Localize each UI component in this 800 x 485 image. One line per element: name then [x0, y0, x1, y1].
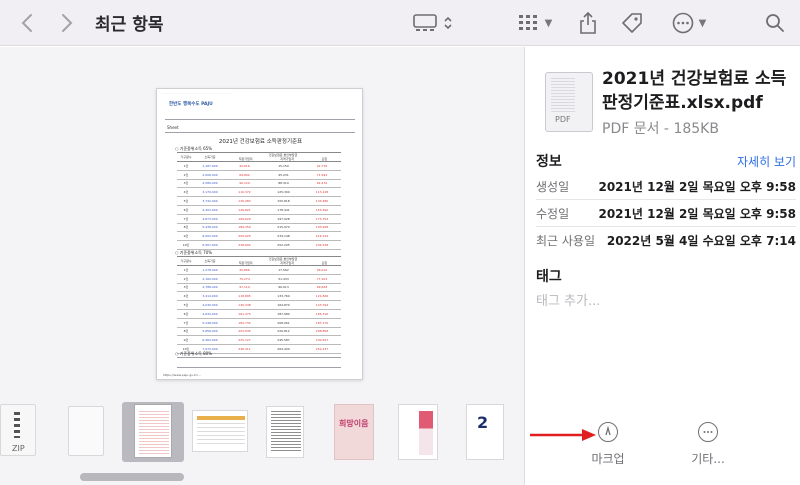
thumb-form[interactable]: [266, 406, 304, 458]
doc-table-row: 5인 3,742,000 130,283 155,818 133,480: [177, 197, 341, 206]
doc-table-row: 9인 6,002,000 209,025 234,148 214,124: [177, 232, 341, 242]
horizontal-scrollbar[interactable]: [80, 473, 184, 481]
document-preview[interactable]: · · · · · · · · · · · · · · · · · · · · …: [156, 88, 363, 380]
red-arrow-annotation: [530, 429, 596, 441]
more-actions-button[interactable]: ▼: [666, 8, 712, 38]
window-title: 최근 항목: [95, 15, 164, 35]
ellipsis-circle-icon: [672, 12, 693, 34]
doc-org-name: 한반도 행복수도 PAJU: [169, 102, 213, 107]
doc-table-row: 1인 1,187,000 42,616 15,150 42,776: [177, 162, 341, 171]
back-button[interactable]: [16, 8, 38, 38]
doc-table-title: 2021년 건강보험료 소득판정기준표: [218, 139, 303, 145]
doc-table-row: 9인 6,464,000 225,127 245,587 230,567: [177, 336, 341, 346]
doc-table-row: 7인 4,873,000 169,629 197,928 173,754: [177, 215, 341, 224]
doc-header-small: · · · · · · · · · · · · · · · · · · · · …: [163, 91, 231, 95]
doc-table-row: 6인 4,303,000 149,821 178,441 153,490: [177, 206, 341, 215]
created-label: 생성일: [536, 179, 570, 194]
thumb-zip-file[interactable]: ZIP: [0, 404, 40, 460]
tag-button[interactable]: [618, 8, 646, 38]
thumb-poster[interactable]: 희망이음: [334, 404, 374, 460]
doc-footer-url: https://www.paju.go.kr/...: [163, 373, 201, 377]
more-options-label: 기타...: [691, 452, 725, 466]
doc-sheet-label: Sheet: [167, 125, 179, 130]
last-opened-value: 2022년 5월 4일 수요일 오후 7:14: [606, 234, 796, 248]
doc-table-row: 5인 4,030,000 140,348 164,870 143,794: [177, 301, 341, 310]
preview-pane: · · · · · · · · · · · · · · · · · · · · …: [0, 47, 524, 390]
zip-label: ZIP: [12, 444, 25, 453]
doc-table-row: 2인 2,160,000 75,274 51,433 77,103: [177, 275, 341, 284]
share-button[interactable]: [576, 8, 600, 38]
doc-table-row: 3인 2,589,000 90,129 88,310 92,476: [177, 180, 341, 189]
chevron-left-icon: [21, 14, 32, 32]
info-section-heading: 정보: [536, 154, 562, 170]
doc-table-row: 1인 1,278,000 45,866 17,562 46,010: [177, 266, 341, 275]
grid-group-icon: [518, 15, 537, 30]
doc-table-row: 7인 5,248,000 182,734 208,061 187,170: [177, 319, 341, 328]
created-value: 2021년 12월 2일 목요일 오후 9:58: [598, 179, 796, 194]
group-button[interactable]: ▼: [512, 8, 558, 38]
chevron-down-icon: ▼: [698, 17, 707, 29]
last-opened-label: 최근 사용일: [536, 234, 596, 248]
chevron-down-icon: ▼: [544, 17, 553, 29]
thumbnail-strip: ZIP 희망이음 2: [0, 390, 524, 485]
chevron-right-icon: [62, 14, 73, 32]
doc-table-row: 3인 2,788,000 97,110 96,013 99,628: [177, 284, 341, 293]
file-name: 2021년 건강보험료 소득판정기준표.xlsx.pdf: [602, 69, 787, 113]
more-options-button[interactable]: 기타...: [673, 422, 743, 467]
ellipsis-icon: [698, 422, 718, 442]
toolbar: 최근 항목 ▼ ▼: [0, 0, 800, 46]
modified-row: 수정일 2021년 12월 2일 목요일 오후 9:58: [536, 200, 796, 227]
thumb-document[interactable]: [68, 406, 104, 456]
tag-icon: [622, 13, 642, 33]
modified-label: 수정일: [536, 206, 570, 221]
thumb-sheet[interactable]: [192, 410, 248, 452]
doc-table-row: 10인 6,567,000 228,692 252,205 234,238: [177, 241, 341, 250]
thumb-flyer[interactable]: [398, 404, 438, 460]
doc-table-70: 가구원수 소득기준 건강보험료 본인부담금 직장가입자 지역가입자 혼합 1인 1…: [177, 256, 341, 354]
add-tags-field[interactable]: 태그 추가...: [536, 290, 600, 309]
show-more-link[interactable]: 자세히 보기: [737, 153, 796, 170]
thumb-leaflet[interactable]: 2: [466, 404, 504, 460]
zip-icon: [14, 412, 20, 438]
created-row: 생성일 2021년 12월 2일 목요일 오후 9:58: [536, 173, 796, 200]
last-opened-row: 최근 사용일 2022년 5월 4일 수요일 오후 7:14: [536, 227, 796, 254]
doc-table-row: 4인 3,170,000 110,372 125,300 113,128: [177, 188, 341, 198]
tags-section-heading: 태그: [536, 269, 562, 285]
doc-table-row: 4인 3,414,000 118,895 133,760 121,846: [177, 292, 341, 302]
markup-pen-icon: [598, 422, 618, 442]
markup-label: 마크업: [591, 452, 625, 466]
search-icon: [766, 14, 784, 32]
updown-chevron-icon: [444, 16, 452, 30]
info-panel: PDF 2021년 건강보험료 소득판정기준표.xlsx.pdf PDF 문서 …: [525, 47, 800, 485]
doc-table-row: 8인 5,438,000 189,359 215,970 193,928: [177, 224, 341, 233]
doc-table-65: 가구원수 소득기준 건강보험료 본인부담금 직장가입자 지역가입자 혼합 1인 1…: [177, 152, 341, 250]
gallery-view-icon: [413, 14, 437, 31]
forward-button[interactable]: [56, 8, 78, 38]
file-kind-size: PDF 문서 - 185KB: [602, 121, 719, 137]
doc-table-row: 6인 4,634,000 161,375 187,980 165,316: [177, 310, 341, 319]
doc-table-row: 2인 2,006,000 69,892 45,031 71,592: [177, 171, 341, 180]
pdf-file-icon: PDF: [545, 72, 593, 132]
view-mode-button[interactable]: [410, 8, 456, 38]
share-icon: [580, 12, 596, 34]
modified-value: 2021년 12월 2일 목요일 오후 9:58: [598, 206, 796, 221]
thumb-spreadsheet-pdf[interactable]: [134, 404, 172, 458]
search-button[interactable]: [762, 8, 788, 38]
doc-table-row: 8인 5,856,000 203,945 226,812 208,858: [177, 328, 341, 337]
